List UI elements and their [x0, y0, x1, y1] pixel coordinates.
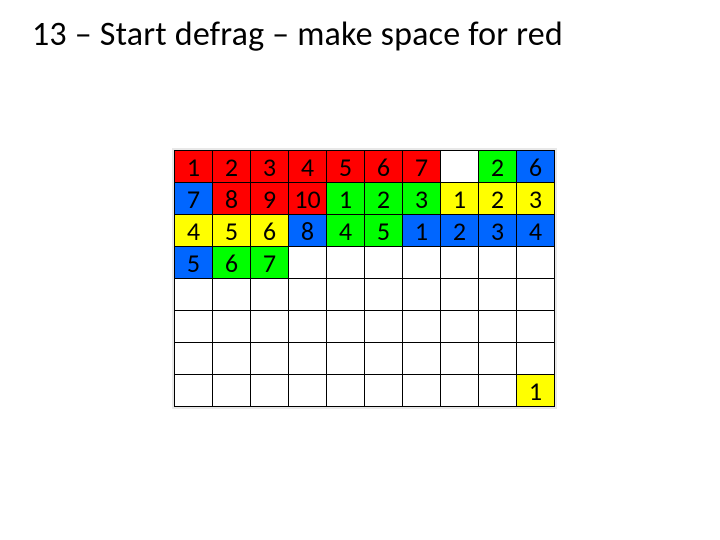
- grid-cell: [213, 311, 251, 343]
- grid-cell: [479, 279, 517, 311]
- grid-cell: [365, 279, 403, 311]
- grid-cell: 2: [213, 151, 251, 183]
- grid-cell: 3: [403, 183, 441, 215]
- grid-cell: [365, 247, 403, 279]
- grid-cell: 5: [365, 215, 403, 247]
- grid-cell: 7: [175, 183, 213, 215]
- grid-cell: [517, 247, 555, 279]
- grid-cell: [175, 279, 213, 311]
- grid-cell: 1: [441, 183, 479, 215]
- grid-row: 1: [175, 375, 555, 407]
- grid-cell: [441, 375, 479, 407]
- grid-cell: [517, 311, 555, 343]
- grid-cell: [289, 375, 327, 407]
- grid-cell: [403, 343, 441, 375]
- grid-cell: 6: [213, 247, 251, 279]
- grid-cell: 4: [175, 215, 213, 247]
- grid-cell: 2: [479, 151, 517, 183]
- grid-cell: [327, 247, 365, 279]
- grid-cell: [479, 375, 517, 407]
- grid-cell: [441, 151, 479, 183]
- grid-cell: 4: [517, 215, 555, 247]
- grid-cell: [403, 311, 441, 343]
- grid-cell: [479, 311, 517, 343]
- grid-row: [175, 279, 555, 311]
- grid-cell: [441, 343, 479, 375]
- grid-cell: 1: [403, 215, 441, 247]
- grid-cell: [175, 375, 213, 407]
- grid-cell: 8: [213, 183, 251, 215]
- grid-cell: [289, 343, 327, 375]
- grid-cell: 1: [517, 375, 555, 407]
- defrag-grid: 1234567267891012312345684512345671: [172, 148, 557, 409]
- grid-cell: [327, 375, 365, 407]
- grid-cell: [327, 279, 365, 311]
- grid-cell: [365, 311, 403, 343]
- grid-cell: 5: [213, 215, 251, 247]
- grid-row: [175, 343, 555, 375]
- grid-cell: 10: [289, 183, 327, 215]
- grid-cell: [251, 375, 289, 407]
- grid-cell: 5: [327, 151, 365, 183]
- grid-cell: [251, 343, 289, 375]
- grid-cell: [327, 311, 365, 343]
- grid-cell: [289, 311, 327, 343]
- grid-cell: [517, 343, 555, 375]
- grid-cell: 6: [517, 151, 555, 183]
- grid-cell: [479, 247, 517, 279]
- grid-cell: [175, 311, 213, 343]
- grid-cell: 2: [479, 183, 517, 215]
- grid-cell: [213, 279, 251, 311]
- grid-cell: 7: [403, 151, 441, 183]
- grid-row: 78910123123: [175, 183, 555, 215]
- grid-cell: [403, 375, 441, 407]
- grid-cell: [251, 311, 289, 343]
- grid-cell: 3: [479, 215, 517, 247]
- grid-cell: [365, 343, 403, 375]
- grid-cell: [251, 279, 289, 311]
- grid-cell: 3: [251, 151, 289, 183]
- grid-cell: [441, 279, 479, 311]
- grid-cell: 8: [289, 215, 327, 247]
- grid-cell: [175, 343, 213, 375]
- grid-row: 567: [175, 247, 555, 279]
- grid-cell: [441, 247, 479, 279]
- grid-cell: [365, 375, 403, 407]
- grid-cell: 4: [327, 215, 365, 247]
- grid-cell: [479, 343, 517, 375]
- grid-row: 4568451234: [175, 215, 555, 247]
- grid-cell: 9: [251, 183, 289, 215]
- defrag-grid-table: 1234567267891012312345684512345671: [174, 150, 555, 407]
- grid-cell: [213, 343, 251, 375]
- grid-cell: [517, 279, 555, 311]
- slide-title: 13 – Start defrag – make space for red: [32, 14, 688, 55]
- grid-cell: 4: [289, 151, 327, 183]
- grid-cell: 3: [517, 183, 555, 215]
- grid-cell: [289, 279, 327, 311]
- grid-cell: 6: [251, 215, 289, 247]
- grid-cell: 7: [251, 247, 289, 279]
- grid-row: 123456726: [175, 151, 555, 183]
- grid-cell: 2: [365, 183, 403, 215]
- grid-cell: [213, 375, 251, 407]
- grid-cell: 2: [441, 215, 479, 247]
- grid-cell: 6: [365, 151, 403, 183]
- grid-cell: [441, 311, 479, 343]
- grid-cell: [289, 247, 327, 279]
- grid-cell: 1: [327, 183, 365, 215]
- grid-cell: 1: [175, 151, 213, 183]
- grid-cell: [403, 247, 441, 279]
- grid-cell: [327, 343, 365, 375]
- grid-cell: 5: [175, 247, 213, 279]
- grid-cell: [403, 279, 441, 311]
- grid-row: [175, 311, 555, 343]
